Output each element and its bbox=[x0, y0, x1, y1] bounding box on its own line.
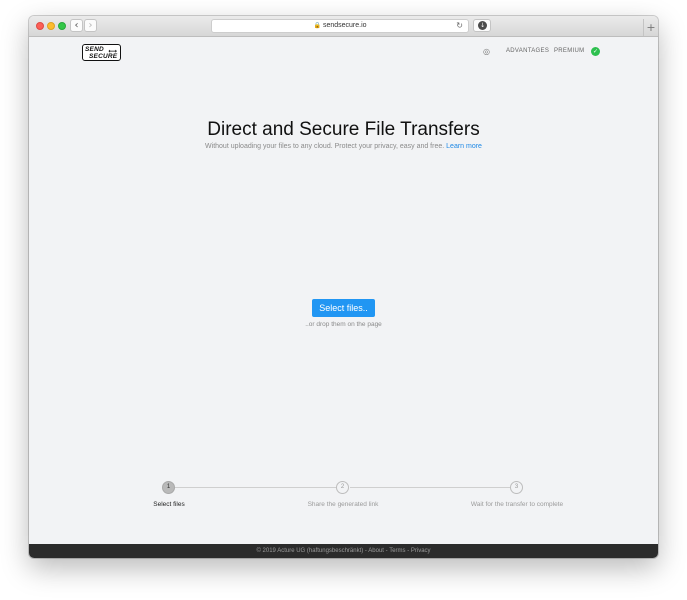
top-nav: ◎ ADVANTAGES PREMIUM bbox=[483, 47, 589, 58]
learn-more-link[interactable]: Learn more bbox=[446, 143, 482, 150]
page-subtitle: Without uploading your files to any clou… bbox=[29, 143, 658, 150]
downloads-button[interactable]: ↓ bbox=[473, 19, 491, 32]
logo-arrow-icon: ⟷ bbox=[108, 48, 117, 55]
browser-window: ‹ › 🔒 sendsecure.io ↻ ↓ + SEND SECURE ⟷ ◎… bbox=[29, 16, 658, 558]
minimize-window-button[interactable] bbox=[47, 22, 55, 30]
step-3-indicator: 3 bbox=[510, 481, 523, 494]
check-circle-icon: ✓ bbox=[591, 47, 600, 56]
page-content: SEND SECURE ⟷ ◎ ADVANTAGES PREMIUM ✓ Dir… bbox=[29, 37, 658, 544]
sendsecure-logo[interactable]: SEND SECURE ⟷ bbox=[82, 44, 121, 61]
footer-privacy-link[interactable]: Privacy bbox=[411, 548, 431, 554]
footer-about-link[interactable]: About bbox=[368, 548, 384, 554]
chevron-right-icon: › bbox=[88, 20, 93, 31]
back-button[interactable]: ‹ bbox=[70, 19, 83, 32]
address-bar[interactable]: 🔒 sendsecure.io ↻ bbox=[211, 19, 469, 33]
forward-button[interactable]: › bbox=[84, 19, 97, 32]
chevron-left-icon: ‹ bbox=[74, 20, 79, 31]
step-3-label: Wait for the transfer to complete bbox=[470, 501, 564, 508]
nav-advantages-link[interactable]: ADVANTAGES bbox=[506, 48, 549, 54]
footer-terms-link[interactable]: Terms bbox=[389, 548, 405, 554]
drop-hint-text: ..or drop them on the page bbox=[305, 321, 382, 328]
step-1-label: Select files bbox=[153, 501, 185, 508]
new-tab-button[interactable]: + bbox=[643, 19, 658, 36]
nav-premium-link[interactable]: PREMIUM bbox=[554, 48, 584, 54]
page-title: Direct and Secure File Transfers bbox=[207, 119, 480, 140]
globe-icon[interactable]: ◎ bbox=[483, 47, 490, 56]
reload-icon[interactable]: ↻ bbox=[456, 20, 463, 32]
step-connector-1 bbox=[175, 487, 336, 488]
close-window-button[interactable] bbox=[36, 22, 44, 30]
browser-toolbar: ‹ › 🔒 sendsecure.io ↻ ↓ + bbox=[29, 16, 658, 37]
footer-copyright: © 2019 Acture UG (haftungsbeschränkt) bbox=[256, 548, 364, 554]
zoom-window-button[interactable] bbox=[58, 22, 66, 30]
lock-icon: 🔒 bbox=[313, 22, 321, 29]
url-text: sendsecure.io bbox=[322, 22, 367, 29]
step-connector-2 bbox=[350, 487, 510, 488]
plus-icon: + bbox=[646, 21, 656, 34]
step-2-label: Share the generated link bbox=[307, 501, 379, 508]
step-1-indicator: 1 bbox=[162, 481, 175, 494]
step-2-indicator: 2 bbox=[336, 481, 349, 494]
subtitle-text: Without uploading your files to any clou… bbox=[205, 143, 445, 150]
select-files-button[interactable]: Select files.. bbox=[312, 299, 375, 317]
download-icon: ↓ bbox=[478, 21, 487, 30]
footer: © 2019 Acture UG (haftungsbeschränkt) - … bbox=[29, 544, 658, 558]
